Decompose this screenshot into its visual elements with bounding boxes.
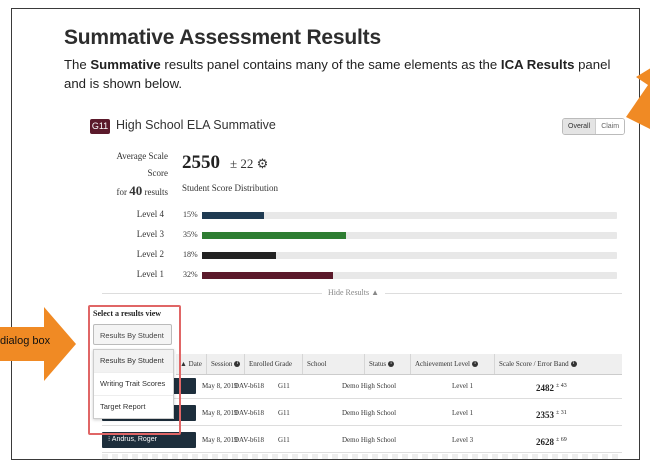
option-writing-trait-scores[interactable]: Writing Trait Scores (94, 373, 173, 396)
level-bar-fill (202, 212, 264, 219)
col-school[interactable]: School (302, 354, 364, 374)
scale-score-value: 2482 (536, 383, 554, 393)
col-scale-score[interactable]: Scale Score / Error Band i (494, 354, 622, 374)
level-bar-fill (202, 252, 276, 259)
page-title: Summative Assessment Results (64, 26, 381, 49)
col-achievement-level[interactable]: Achievement Level i (410, 354, 494, 374)
level-bar-track (202, 272, 617, 279)
cell-scale-score: 2482 ± 43 (536, 375, 567, 398)
level-label: Level 1 (136, 269, 164, 279)
cell-level: Level 1 (452, 382, 474, 390)
info-icon[interactable]: i (570, 361, 577, 368)
cell-session: DAV-b618 (234, 436, 264, 444)
info-icon[interactable]: ⚙ (257, 156, 269, 171)
cell-grade: G11 (278, 436, 290, 444)
info-icon[interactable]: i (472, 361, 479, 368)
level-label: Level 3 (136, 229, 164, 239)
col-session[interactable]: Session i (206, 354, 244, 374)
info-icon[interactable]: i (388, 361, 395, 368)
level-percent: 32% (183, 270, 198, 279)
results-table-header: ▲ Date Session i Enrolled Grade School St… (176, 354, 622, 375)
cell-level: Level 3 (452, 436, 474, 444)
level-percent: 35% (183, 230, 198, 239)
error-band-value: ± 43 (556, 383, 567, 389)
cell-scale-score: 2628 ± 69 (536, 429, 567, 452)
col-status[interactable]: Status i (364, 354, 410, 374)
scale-score-value: 2353 (536, 410, 554, 420)
intro-paragraph: The Summative results panel contains man… (64, 57, 611, 91)
annotation-label: dialog box (0, 335, 51, 347)
hide-results-toggle[interactable]: Hide Results ▲ (322, 288, 386, 297)
cell-date: May 8, 2019 (202, 409, 238, 417)
cell-school: Demo High School (342, 382, 397, 390)
document-frame: Summative Assessment Results The Summati… (11, 8, 640, 460)
error-band-value: ± 31 (556, 410, 567, 416)
level-bar-track (202, 232, 617, 239)
toggle-overall-button[interactable]: Overall (563, 119, 596, 134)
cell-session: DAV-b618 (234, 382, 264, 390)
average-score-label: Average Scale Score for 40 results (116, 151, 168, 198)
grade-badge: G11 (90, 119, 110, 134)
cell-grade: G11 (278, 382, 290, 390)
level-percent: 18% (183, 250, 198, 259)
arrow-top-right-icon (626, 68, 650, 129)
torn-edge (102, 454, 622, 459)
level-bar-fill (202, 232, 346, 239)
level-bar-fill (202, 272, 334, 279)
cell-school: Demo High School (342, 436, 397, 444)
cell-date: May 8, 2019 (202, 382, 238, 390)
option-results-by-student[interactable]: Results By Student (94, 350, 173, 373)
col-enrolled-grade[interactable]: Enrolled Grade (244, 354, 302, 374)
level-bar-track (202, 252, 617, 259)
level-percent: 15% (183, 210, 198, 219)
info-icon[interactable]: i (234, 361, 241, 368)
option-target-report[interactable]: Target Report (94, 396, 173, 418)
average-scale-score: 2550 (182, 152, 220, 173)
level-bar-track (202, 212, 617, 219)
cell-session: DAV-b618 (234, 409, 264, 417)
distribution-title: Student Score Distribution (182, 183, 278, 193)
cell-school: Demo High School (342, 409, 397, 417)
panel-title: High School ELA Summative (116, 118, 276, 132)
error-band-value: ± 69 (556, 437, 567, 443)
level-label: Level 2 (136, 249, 164, 259)
cell-date: May 8, 2019 (202, 436, 238, 444)
results-view-title: Select a results view (93, 309, 162, 318)
results-view-menu: Results By Student Writing Trait Scores … (93, 349, 174, 419)
level-label: Level 4 (136, 209, 164, 219)
cell-level: Level 1 (452, 409, 474, 417)
results-view-select[interactable]: Results By Student ⌄ (93, 324, 172, 361)
scale-score-value: 2628 (536, 437, 554, 447)
cell-scale-score: 2353 ± 31 (536, 402, 567, 425)
cell-grade: G11 (278, 409, 290, 417)
score-error-band: ± 22 ⚙ (230, 156, 269, 171)
